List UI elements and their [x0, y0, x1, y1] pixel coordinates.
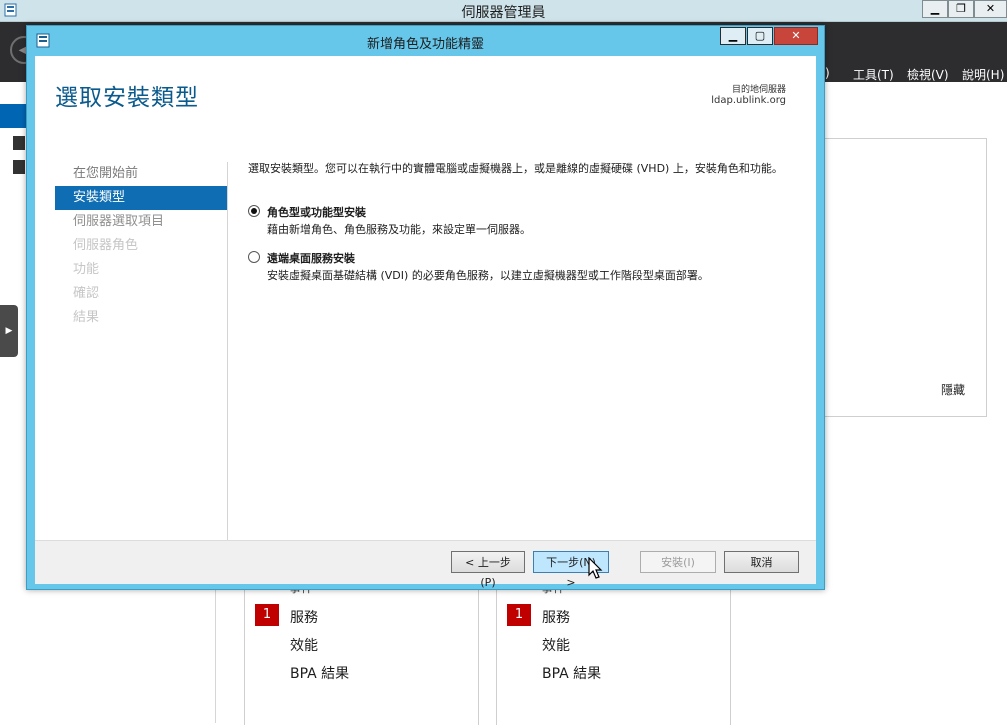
role-based-description: 藉由新增角色、角色服務及功能，來設定單一伺服器。	[267, 223, 531, 236]
welcome-panel	[822, 138, 987, 417]
mouse-pointer-icon	[588, 557, 603, 579]
divider	[215, 590, 216, 723]
wizard-content: 選取安裝類型 目的地伺服器 ldap.ublink.org 在您開始前 安裝類型…	[35, 56, 816, 589]
server-tile: 事件 1 服務 效能 BPA 結果	[244, 581, 479, 725]
cancel-button[interactable]: 取消	[724, 551, 799, 573]
nav-step-server-roles: 伺服器角色	[73, 238, 139, 253]
tile-services-link[interactable]: 服務	[290, 607, 318, 627]
wizard-title: 新增角色及功能精靈	[366, 37, 484, 52]
sidebar-expand-handle[interactable]: ▶	[0, 305, 18, 357]
restore-button[interactable]: ❐	[948, 0, 974, 18]
sidebar-item-dashboard[interactable]	[0, 104, 26, 128]
remote-desktop-description: 安裝虛擬桌面基礎結構 (VDI) 的必要角色服務，以建立虛擬機器型或工作階段型桌…	[267, 269, 709, 282]
tile-alert-badge: 1	[255, 604, 279, 626]
destination-server-name: ldap.ublink.org	[711, 95, 786, 106]
close-button[interactable]: ✕	[974, 0, 1007, 18]
nav-step-features: 功能	[73, 262, 100, 277]
sidebar-all-servers-icon[interactable]	[13, 160, 25, 174]
server-manager-sidebar	[0, 100, 27, 723]
server-manager-title: 伺服器管理員	[461, 5, 546, 21]
nav-step-confirmation: 確認	[73, 286, 100, 301]
page-title: 選取安裝類型	[55, 85, 199, 111]
wizard-minimize-button[interactable]: ▁	[720, 27, 746, 45]
nav-step-server-selection[interactable]: 伺服器選取項目	[55, 210, 227, 234]
previous-button[interactable]: < 上一步(P)	[451, 551, 525, 589]
wizard-step-nav: 在您開始前 安裝類型 伺服器選取項目 伺服器角色 功能 確認 結果	[55, 162, 227, 330]
menu-help[interactable]: 說明(H)	[962, 66, 1004, 83]
nav-step-installation-type[interactable]: 安裝類型	[55, 186, 227, 210]
tile-services-link[interactable]: 服務	[542, 607, 570, 627]
wizard-titlebar[interactable]: 新增角色及功能精靈 ▁ ▢ ✕	[27, 26, 824, 56]
nav-step-results: 結果	[73, 310, 100, 325]
destination-server-label: 目的地伺服器	[731, 85, 786, 95]
install-button: 安裝(I)	[640, 551, 716, 573]
server-tile: 事件 1 服務 效能 BPA 結果	[496, 581, 731, 725]
role-based-radio[interactable]	[248, 205, 260, 217]
hide-link[interactable]: 隱藏	[941, 381, 965, 398]
wizard-footer: < 上一步(P) 下一步(N) > 安裝(I) 取消	[35, 540, 816, 589]
tile-alert-badge: 1	[507, 604, 531, 626]
tile-bpa-link[interactable]: BPA 結果	[542, 663, 601, 683]
nav-step-before-you-begin[interactable]: 在您開始前	[55, 162, 227, 186]
role-based-title[interactable]: 角色型或功能型安裝	[267, 204, 366, 220]
server-manager-titlebar: 伺服器管理員 ▁ ❐ ✕	[0, 0, 1007, 22]
menu-manage-partial[interactable]: )	[825, 66, 830, 80]
add-roles-wizard-dialog: 新增角色及功能精靈 ▁ ▢ ✕ 選取安裝類型 目的地伺服器 ldap.ublin…	[26, 25, 825, 590]
tile-bpa-link[interactable]: BPA 結果	[290, 663, 349, 683]
tile-performance-link[interactable]: 效能	[290, 635, 318, 655]
wizard-close-button[interactable]: ✕	[774, 27, 818, 45]
sidebar-server-icon[interactable]	[13, 136, 25, 150]
tile-performance-link[interactable]: 效能	[542, 635, 570, 655]
installation-type-description: 選取安裝類型。您可以在執行中的實體電腦或虛擬機器上，或是離線的虛擬硬碟 (VHD…	[248, 162, 783, 175]
nav-divider	[227, 162, 228, 552]
menu-tools[interactable]: 工具(T)	[853, 66, 894, 83]
remote-desktop-title[interactable]: 遠端桌面服務安裝	[267, 250, 355, 266]
wizard-maximize-button[interactable]: ▢	[747, 27, 773, 45]
remote-desktop-radio[interactable]	[248, 251, 260, 263]
menu-view[interactable]: 檢視(V)	[907, 66, 949, 83]
minimize-button[interactable]: ▁	[922, 0, 948, 18]
